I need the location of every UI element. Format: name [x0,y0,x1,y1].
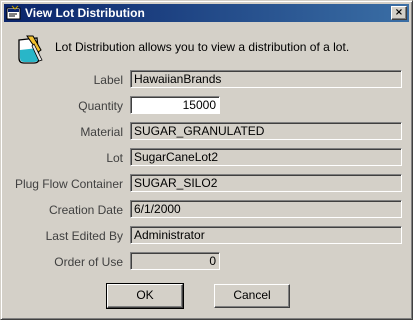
container-caption: Plug Flow Container [14,177,123,191]
material-field: SUGAR_GRANULATED [130,122,402,140]
label-field: HawaiianBrands [130,70,402,88]
close-icon: × [394,7,404,18]
last-edited-by-field: Administrator [130,226,402,244]
intro-text: Lot Distribution allows you to view a di… [55,40,350,54]
creation-date-caption: Creation Date [48,203,123,217]
last-edited-by-caption: Last Edited By [45,229,123,243]
container-field: SUGAR_SILO2 [130,174,402,192]
ok-button[interactable]: OK [106,283,184,309]
label-caption: Label [93,73,123,87]
cancel-button[interactable]: Cancel [214,284,290,308]
window-title: View Lot Distribution [25,6,145,20]
material-caption: Material [80,125,123,139]
lot-caption: Lot [106,151,123,165]
beaker-icon [18,35,43,64]
app-icon [6,5,21,20]
dialog-window: View Lot Distribution × Lot Distribution… [0,0,413,320]
title-bar[interactable]: View Lot Distribution × [4,4,409,22]
order-of-use-caption: Order of Use [54,255,123,269]
order-of-use-field: 0 [130,252,220,270]
quantity-caption: Quantity [78,99,123,113]
creation-date-field: 6/1/2000 [130,200,402,218]
quantity-input[interactable]: 15000 [130,96,220,114]
lot-field: SugarCaneLot2 [130,148,402,166]
close-button[interactable]: × [391,6,407,20]
